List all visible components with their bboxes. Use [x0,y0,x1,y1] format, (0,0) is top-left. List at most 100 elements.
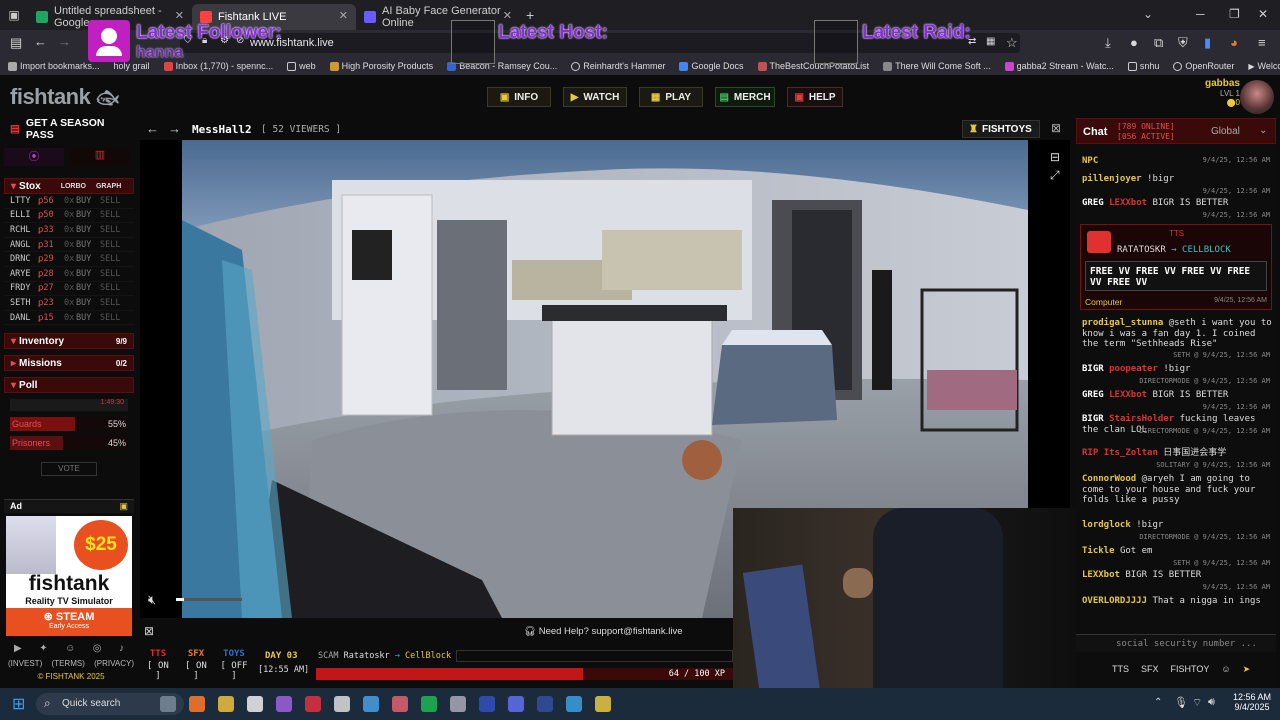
chat-username[interactable]: Tickle [1082,546,1115,556]
tray-chevron-icon[interactable]: ⌃ [1154,697,1162,708]
bookmark-item[interactable]: Inbox (1,770) - spennc... [163,61,273,71]
chat-message[interactable]: ConnorWood @aryeh I am going to come to … [1082,474,1272,506]
sidebar-icon[interactable]: ▤ [10,35,22,51]
chevron-down-icon[interactable]: ⌄ [1143,7,1153,21]
nav-help-button[interactable]: ▣ HELP [787,87,843,107]
mode-button-b[interactable]: ▥ [70,148,130,166]
discord-icon[interactable]: ☺ [65,643,75,654]
terms-link[interactable]: (TERMS) [52,659,85,668]
widgets-icon[interactable] [160,696,176,712]
chat-username-secondary[interactable]: StairsHolder [1109,414,1174,424]
spotify-icon[interactable] [421,696,437,712]
poll-option-prisoners[interactable]: Prisoners 45% [10,436,128,451]
nav-play-button[interactable]: ▦ PLAY [639,87,703,107]
poll-header[interactable]: ▾ Poll [4,377,134,394]
discord-icon[interactable] [508,696,524,712]
chat-username-secondary[interactable]: Its_Zoltan [1104,448,1158,458]
toggle-sfx[interactable]: SFX [ ON ] [182,649,210,681]
bookmark-item[interactable]: snhu [1127,61,1159,71]
stock-sell-button[interactable]: SELL [100,269,120,279]
stock-sell-button[interactable]: SELL [100,254,120,264]
send-icon[interactable]: ➤ [1243,664,1251,675]
chat-username[interactable]: NPC [1082,156,1098,166]
maximize-button[interactable]: ❐ [1229,7,1240,21]
chat-username-secondary[interactable]: poopeater [1109,364,1158,374]
chat-username-secondary[interactable]: LEXXbot [1109,198,1147,208]
close-icon[interactable]: ✕ [503,9,512,22]
chrome-icon[interactable] [595,696,611,712]
defender-icon[interactable] [566,696,582,712]
wifi-icon[interactable]: ⌔ [1192,696,1202,710]
bookmark-item[interactable]: Import bookmarks... [8,61,100,71]
next-camera-button[interactable]: → [168,121,181,136]
chat-username[interactable]: BIGR [1082,364,1104,374]
bookmark-item[interactable]: Google Docs [679,61,744,71]
stock-buy-button[interactable]: BUY [76,298,100,308]
chat-input[interactable]: social security number ... [1076,634,1276,652]
docs-icon[interactable]: ▮ [1204,35,1211,51]
app-icon[interactable] [363,696,379,712]
stock-sell-button[interactable]: SELL [100,313,120,323]
obsidian-icon[interactable] [276,696,292,712]
files-icon[interactable] [218,696,234,712]
chat-username[interactable]: OVERLORDJJJJ [1082,596,1147,606]
windows-start-icon[interactable]: ⊞ [12,694,25,714]
settings-icon[interactable] [334,696,350,712]
stock-buy-button[interactable]: BUY [76,269,100,279]
settings-icon[interactable] [450,696,466,712]
chat-username[interactable]: GREG [1082,198,1104,208]
sfx-button[interactable]: SFX [1141,664,1159,674]
stock-sell-button[interactable]: SELL [100,196,120,206]
layout-icon[interactable]: ⊟ [1050,150,1060,164]
emoji-icon[interactable]: ☺ [1221,664,1230,674]
avatar[interactable] [1240,80,1274,114]
bookmark-item[interactable]: holy grail [114,61,150,71]
app-icon[interactable] [247,696,263,712]
twitch-icon[interactable] [305,696,321,712]
volume-icon[interactable]: 🔊︎ [1208,696,1215,709]
fishtank-logo[interactable]: fishtank 🐟︎ [10,84,119,110]
vote-button[interactable]: VOTE [41,462,97,477]
taskbar-clock[interactable]: 12:56 AM 9/4/2025 [1228,692,1276,712]
chat-message[interactable]: lordglock !bigr [1082,520,1272,531]
bookmark-item[interactable]: OpenRouter [1173,61,1234,71]
bookmark-item[interactable]: web [287,61,316,71]
chat-message[interactable]: OVERLORDJJJJ That a nigga in ings [1082,596,1272,607]
chat-message[interactable]: BIGR poopeater !bigr [1082,364,1272,375]
nav-merch-button[interactable]: ▤ MERCH [715,87,775,107]
user-profile[interactable]: gabbas LVL 1 ⬤0 [1180,78,1240,107]
stock-sell-button[interactable]: SELL [100,283,120,293]
stock-sell-button[interactable]: SELL [100,225,120,235]
ad-banner[interactable]: $25 fishtank Reality TV Simulator ⊛ STEA… [6,516,132,636]
chat-message[interactable]: pillenjoyer !bigr [1082,174,1272,185]
download-icon[interactable]: ⤓ [1105,35,1111,51]
bookmark-item[interactable]: There Will Come Soft ... [883,61,991,71]
reader-icon[interactable]: ▦ [986,36,995,47]
chat-username[interactable]: prodigal_stunna [1082,318,1163,328]
menu-icon[interactable]: ≡ [1258,35,1266,50]
mute-icon[interactable]: 🔇︎ [148,592,156,608]
tab-list-icon[interactable]: ▣ [0,8,28,22]
close-icon[interactable]: ⊠ [144,624,154,638]
back-button[interactable]: ← [34,34,47,49]
chat-username[interactable]: BIGR [1082,414,1104,424]
stock-buy-button[interactable]: BUY [76,313,100,323]
ublock-icon[interactable]: ⛨ [1178,35,1188,51]
bookmark-item[interactable]: Reinhardt's Hammer [571,61,665,71]
chat-username[interactable]: ConnorWood [1082,474,1136,484]
fishtoy-button[interactable]: FISHTOY [1171,664,1210,674]
star-icon[interactable]: ☆ [1006,35,1018,51]
chevron-down-icon[interactable]: ⌄ [1259,125,1267,136]
stox-header[interactable]: ▾ Stox LORBO GRAPH [4,178,134,194]
tts-button[interactable]: TTS [1112,664,1129,674]
ad-info-icon[interactable]: ▣ [119,501,128,512]
privacy-link[interactable]: (PRIVACY) [94,659,134,668]
chat-message[interactable]: RIP Its_Zoltan 日事国进会事学 [1082,448,1272,459]
inventory-header[interactable]: ▾ Inventory 9/9 [4,333,134,350]
fishtoys-button[interactable]: ♜ FISHTOYS [962,120,1040,138]
lorbo-link[interactable]: LORBO [61,183,86,190]
photoshop-icon[interactable] [479,696,495,712]
mic-icon[interactable]: 🎙︎ [1174,696,1188,709]
chat-room-select[interactable]: Global [1211,126,1240,137]
firefox-icon[interactable] [189,696,205,712]
